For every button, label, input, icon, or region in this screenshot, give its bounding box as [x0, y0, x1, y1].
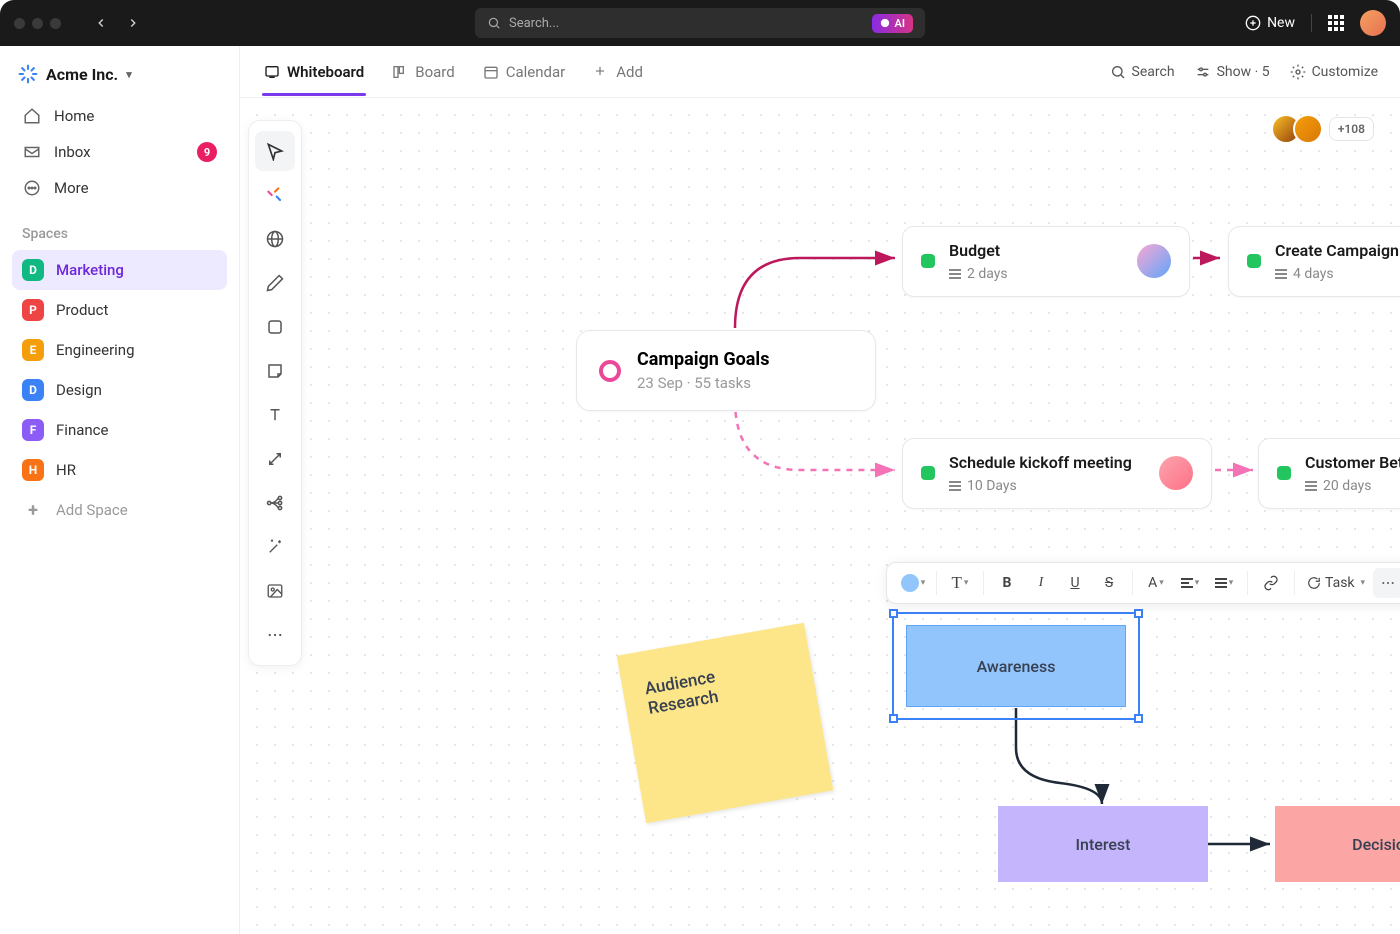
ai-button[interactable]: AI	[872, 14, 913, 33]
new-button[interactable]: New	[1245, 15, 1295, 31]
underline-button[interactable]: U	[1060, 568, 1090, 598]
home-icon	[22, 107, 42, 125]
space-item-design[interactable]: D Design	[12, 370, 227, 410]
text-color-button[interactable]: A▾	[1141, 568, 1171, 598]
tool-image[interactable]	[255, 571, 295, 611]
view-customize-button[interactable]: Customize	[1290, 64, 1378, 80]
collaborators-more[interactable]: +108	[1329, 117, 1374, 141]
strikethrough-button[interactable]: S	[1094, 568, 1124, 598]
whiteboard-toolbox	[248, 120, 302, 666]
tool-text[interactable]	[255, 395, 295, 435]
spaces-heading: Spaces	[12, 206, 227, 250]
whiteboard-icon	[264, 64, 280, 80]
tool-sticky[interactable]	[255, 351, 295, 391]
toolbar-more-button[interactable]	[1373, 568, 1400, 598]
tool-shape[interactable]	[255, 307, 295, 347]
workspace-logo-icon	[18, 64, 38, 84]
space-item-product[interactable]: P Product	[12, 290, 227, 330]
space-item-finance[interactable]: F Finance	[12, 410, 227, 450]
collaborators: +108	[1279, 114, 1374, 144]
plus-icon	[593, 64, 609, 80]
sticky-note[interactable]: Audience Research	[617, 623, 834, 823]
assignee-avatar[interactable]	[1137, 244, 1171, 278]
nav-back-button[interactable]	[89, 11, 113, 35]
status-icon	[921, 466, 935, 480]
apps-grid-icon[interactable]	[1328, 15, 1344, 31]
workspace-name: Acme Inc.	[46, 65, 118, 84]
tool-select[interactable]	[255, 131, 295, 171]
flow-node-decision[interactable]: Decision	[1275, 806, 1400, 882]
align-button[interactable]: ▾	[1175, 568, 1205, 598]
task-card-kickoff[interactable]: Schedule kickoff meeting 10 Days	[902, 438, 1212, 509]
goal-status-icon	[599, 360, 621, 382]
link-button[interactable]	[1256, 568, 1286, 598]
tool-pen[interactable]	[255, 263, 295, 303]
status-icon	[1277, 466, 1291, 480]
view-tabs: Whiteboard Board Calendar Add Search	[240, 46, 1400, 98]
window-titlebar: Search... AI New	[0, 0, 1400, 46]
status-icon	[921, 254, 935, 268]
list-button[interactable]: ▾	[1209, 568, 1239, 598]
sidebar: Acme Inc. ▾ Home Inbox 9 More Spaces D M…	[0, 46, 240, 934]
goal-title: Campaign Goals	[637, 349, 769, 370]
goal-card[interactable]: Campaign Goals 23 Sep · 55 tasks	[576, 330, 876, 411]
space-item-marketing[interactable]: D Marketing	[12, 250, 227, 290]
tool-ai[interactable]	[255, 175, 295, 215]
view-show-button[interactable]: Show · 5	[1195, 64, 1270, 80]
convert-task-button[interactable]: Task▾	[1303, 568, 1369, 598]
view-search-button[interactable]: Search	[1110, 64, 1175, 80]
nav-forward-button[interactable]	[121, 11, 145, 35]
tool-magic[interactable]	[255, 527, 295, 567]
calendar-icon	[483, 64, 499, 80]
fill-color-button[interactable]: ▾	[898, 568, 928, 598]
color-swatch-icon	[901, 574, 919, 592]
tab-board[interactable]: Board	[390, 49, 456, 95]
collaborator-avatar[interactable]	[1293, 114, 1323, 144]
global-search-input[interactable]: Search... AI	[475, 8, 925, 38]
italic-button[interactable]: I	[1026, 568, 1056, 598]
task-card-create-campaign[interactable]: Create Campaign 4 days	[1228, 226, 1400, 297]
add-space-button[interactable]: + Add Space	[12, 490, 227, 530]
chevron-down-icon: ▾	[126, 68, 132, 81]
assignee-avatar[interactable]	[1159, 456, 1193, 490]
space-item-hr[interactable]: H HR	[12, 450, 227, 490]
space-badge: D	[22, 259, 44, 281]
list-icon	[949, 269, 961, 279]
sidebar-item-more[interactable]: More	[12, 170, 227, 206]
sidebar-item-home[interactable]: Home	[12, 98, 227, 134]
board-icon	[392, 64, 408, 80]
inbox-badge: 9	[197, 142, 217, 162]
workspace-switcher[interactable]: Acme Inc. ▾	[12, 64, 227, 98]
task-card-customer-beta[interactable]: Customer Beta 20 days	[1258, 438, 1400, 509]
tool-connector[interactable]	[255, 439, 295, 479]
paragraph-style-button[interactable]: T▾	[945, 568, 975, 598]
flow-node-awareness[interactable]: Awareness	[906, 625, 1126, 707]
tool-web[interactable]	[255, 219, 295, 259]
bold-button[interactable]: B	[992, 568, 1022, 598]
whiteboard-canvas[interactable]: +108	[240, 98, 1400, 934]
tab-calendar[interactable]: Calendar	[481, 49, 568, 95]
search-placeholder: Search...	[509, 16, 559, 31]
window-controls[interactable]	[14, 18, 61, 29]
tab-add-view[interactable]: Add	[591, 49, 645, 95]
space-item-engineering[interactable]: E Engineering	[12, 330, 227, 370]
sidebar-item-inbox[interactable]: Inbox 9	[12, 134, 227, 170]
more-icon	[22, 179, 42, 197]
flow-node-interest[interactable]: Interest	[998, 806, 1208, 882]
format-toolbar: ▾ T▾ B I U S A▾ ▾ ▾	[886, 562, 1400, 604]
user-avatar[interactable]	[1360, 10, 1386, 36]
inbox-icon	[22, 143, 42, 161]
tool-mindmap[interactable]	[255, 483, 295, 523]
tab-whiteboard[interactable]: Whiteboard	[262, 49, 366, 95]
task-card-budget[interactable]: Budget 2 days	[902, 226, 1190, 297]
plus-icon: +	[22, 499, 44, 521]
tool-more[interactable]	[255, 615, 295, 655]
status-icon	[1247, 254, 1261, 268]
